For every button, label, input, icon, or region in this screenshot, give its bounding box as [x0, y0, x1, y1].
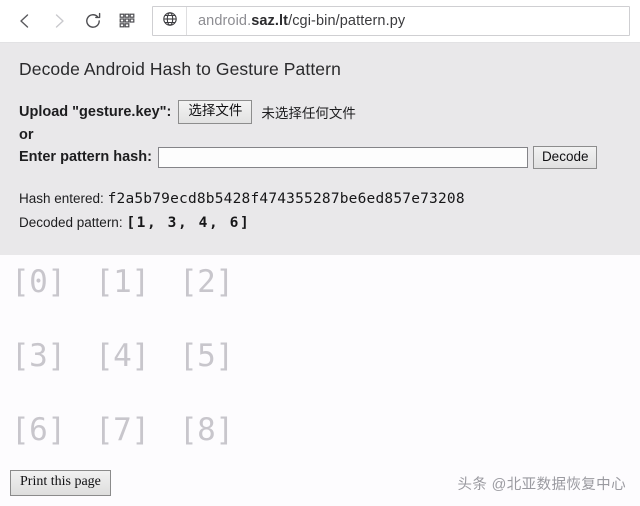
- decoded-pattern-row: Decoded pattern: [1, 3, 4, 6]: [0, 215, 640, 231]
- browser-toolbar: android.saz.lt/cgi-bin/pattern.py: [0, 0, 640, 43]
- url-prefix: android.: [198, 13, 252, 29]
- content-panel: Decode Android Hash to Gesture Pattern U…: [0, 43, 640, 255]
- grid-apps-icon: [118, 12, 136, 30]
- back-button[interactable]: [8, 4, 42, 38]
- site-info-button[interactable]: [153, 7, 187, 35]
- hash-input[interactable]: [157, 146, 528, 168]
- watermark-text: 头条 @北亚数据恢复中心: [457, 476, 626, 493]
- forward-button[interactable]: [42, 4, 76, 38]
- hash-label: Enter pattern hash:: [19, 149, 152, 166]
- url-text[interactable]: android.saz.lt/cgi-bin/pattern.py: [187, 13, 405, 29]
- chevron-left-icon: [16, 12, 34, 30]
- page-title: Decode Android Hash to Gesture Pattern: [19, 59, 341, 79]
- globe-icon: [162, 11, 178, 32]
- or-label: or: [19, 126, 34, 143]
- pattern-node-7[interactable]: [7]: [95, 415, 179, 446]
- url-bar[interactable]: android.saz.lt/cgi-bin/pattern.py: [152, 6, 630, 36]
- pattern-grid: [0] [1] [2] [3] [4] [5] [6] [7] [8]: [0, 255, 640, 489]
- page-footer: Print this page 头条 @北亚数据恢复中心: [0, 470, 640, 496]
- url-path: /cgi-bin/pattern.py: [288, 13, 406, 29]
- upload-label: Upload "gesture.key":: [19, 103, 172, 120]
- print-page-button[interactable]: Print this page: [10, 470, 111, 496]
- choose-file-button[interactable]: 选择文件: [178, 100, 253, 124]
- chevron-right-icon: [50, 12, 68, 30]
- pattern-node-2[interactable]: [2]: [179, 267, 263, 298]
- pattern-node-3[interactable]: [3]: [11, 341, 95, 372]
- hash-entered-label: Hash entered:: [19, 191, 104, 207]
- page-body: Decode Android Hash to Gesture Pattern U…: [0, 43, 640, 506]
- reload-icon: [83, 11, 103, 31]
- url-host: saz.lt: [251, 13, 289, 29]
- decoded-pattern-value: [1, 3, 4, 6]: [126, 215, 251, 232]
- pattern-node-4[interactable]: [4]: [95, 341, 179, 372]
- decoded-pattern-label: Decoded pattern:: [19, 215, 123, 231]
- hash-row: Enter pattern hash: Decode: [0, 145, 640, 170]
- pattern-node-8[interactable]: [8]: [179, 415, 263, 446]
- pattern-grid-row: [0] [1] [2]: [11, 267, 640, 341]
- pattern-grid-row: [3] [4] [5]: [11, 341, 640, 415]
- pattern-node-1[interactable]: [1]: [95, 267, 179, 298]
- decode-button[interactable]: Decode: [532, 145, 598, 170]
- hash-entered-value: f2a5b79ecd8b5428f474355287be6ed857e73208: [107, 191, 465, 208]
- pattern-node-5[interactable]: [5]: [179, 341, 263, 372]
- hash-entered-row: Hash entered: f2a5b79ecd8b5428f474355287…: [0, 191, 640, 207]
- pattern-node-0[interactable]: [0]: [11, 267, 95, 298]
- pattern-node-6[interactable]: [6]: [11, 415, 95, 446]
- reload-button[interactable]: [76, 4, 110, 38]
- file-status-text: 未选择任何文件: [261, 105, 356, 121]
- apps-button[interactable]: [110, 4, 144, 38]
- upload-row: Upload "gesture.key": 选择文件 未选择任何文件: [0, 100, 640, 124]
